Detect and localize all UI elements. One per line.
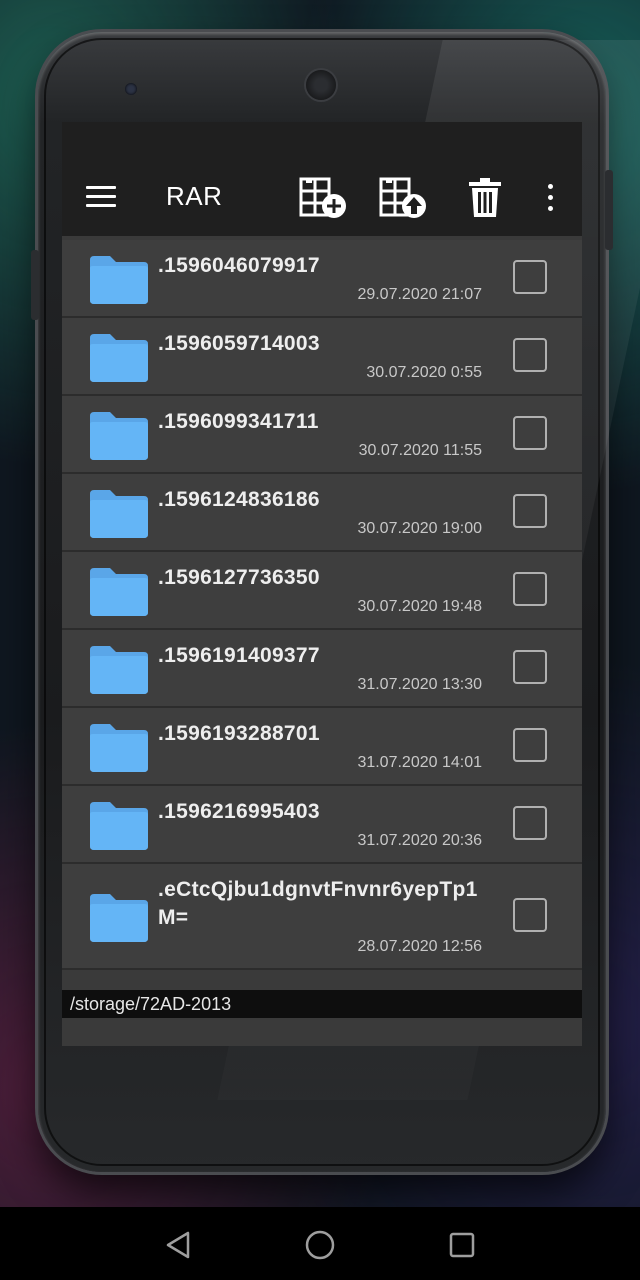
file-name: .1596191409377 (158, 644, 320, 667)
file-list: .1596046079917 29.07.2020 21:07 .1596059… (62, 240, 582, 970)
system-nav-bar (0, 1207, 640, 1280)
folder-icon (90, 894, 148, 942)
list-item[interactable]: .1596124836186 30.07.2020 19:00 (62, 474, 582, 552)
file-date: 29.07.2020 21:07 (357, 286, 482, 303)
file-date: 30.07.2020 19:48 (357, 598, 482, 615)
folder-icon (90, 334, 148, 382)
back-icon[interactable] (158, 1225, 198, 1265)
select-checkbox[interactable] (513, 806, 547, 840)
current-path: /storage/72AD-2013 (70, 994, 232, 1014)
list-item[interactable]: .1596046079917 29.07.2020 21:07 (62, 240, 582, 318)
folder-icon (90, 724, 148, 772)
home-icon[interactable] (300, 1225, 340, 1265)
file-date: 31.07.2020 13:30 (357, 676, 482, 693)
file-name: .eCtcQjbu1dgnvtFnvnr6yepTp1M= (158, 878, 478, 929)
select-checkbox[interactable] (513, 898, 547, 932)
list-item[interactable]: .1596216995403 31.07.2020 20:36 (62, 786, 582, 864)
file-date: 31.07.2020 14:01 (357, 754, 482, 771)
menu-icon[interactable] (86, 186, 116, 208)
list-item[interactable]: .1596191409377 31.07.2020 13:30 (62, 630, 582, 708)
file-name: .1596193288701 (158, 722, 320, 745)
select-checkbox[interactable] (513, 338, 547, 372)
folder-icon (90, 568, 148, 616)
file-date: 30.07.2020 0:55 (366, 364, 482, 381)
extract-icon[interactable] (378, 176, 428, 220)
file-date: 30.07.2020 11:55 (358, 442, 482, 459)
path-bar: /storage/72AD-2013 (62, 990, 582, 1018)
volume-button (31, 250, 39, 320)
bottom-padding (62, 1018, 582, 1046)
file-name: .1596059714003 (158, 332, 320, 355)
file-date: 31.07.2020 20:36 (357, 832, 482, 849)
file-name: .1596046079917 (158, 254, 320, 277)
front-camera (306, 70, 336, 100)
folder-icon (90, 412, 148, 460)
select-checkbox[interactable] (513, 260, 547, 294)
list-item[interactable]: .eCtcQjbu1dgnvtFnvnr6yepTp1M= 28.07.2020… (62, 864, 582, 970)
list-item[interactable]: .1596193288701 31.07.2020 14:01 (62, 708, 582, 786)
proximity-sensor (125, 83, 137, 95)
select-checkbox[interactable] (513, 572, 547, 606)
app-title: RAR (166, 181, 223, 211)
select-checkbox[interactable] (513, 416, 547, 450)
folder-icon (90, 490, 148, 538)
delete-icon[interactable] (463, 176, 513, 220)
file-name: .1596127736350 (158, 566, 320, 589)
app-bar: RAR (62, 122, 582, 236)
select-checkbox[interactable] (513, 650, 547, 684)
select-checkbox[interactable] (513, 494, 547, 528)
app-screen: RAR .1596046079917 29.07.2020 21:07 .159… (62, 122, 582, 1046)
recents-icon[interactable] (442, 1225, 482, 1265)
folder-icon (90, 802, 148, 850)
folder-icon (90, 256, 148, 304)
power-button (605, 170, 613, 250)
select-checkbox[interactable] (513, 728, 547, 762)
list-item[interactable]: .1596127736350 30.07.2020 19:48 (62, 552, 582, 630)
more-vertical-icon[interactable] (540, 182, 560, 214)
add-to-archive-icon[interactable] (298, 176, 348, 220)
file-date: 28.07.2020 12:56 (357, 938, 482, 955)
file-name: .1596216995403 (158, 800, 320, 823)
file-name: .1596099341711 (158, 410, 319, 433)
list-item[interactable]: .1596099341711 30.07.2020 11:55 (62, 396, 582, 474)
file-name: .1596124836186 (158, 488, 320, 511)
list-item[interactable]: .1596059714003 30.07.2020 0:55 (62, 318, 582, 396)
file-date: 30.07.2020 19:00 (357, 520, 482, 537)
folder-icon (90, 646, 148, 694)
